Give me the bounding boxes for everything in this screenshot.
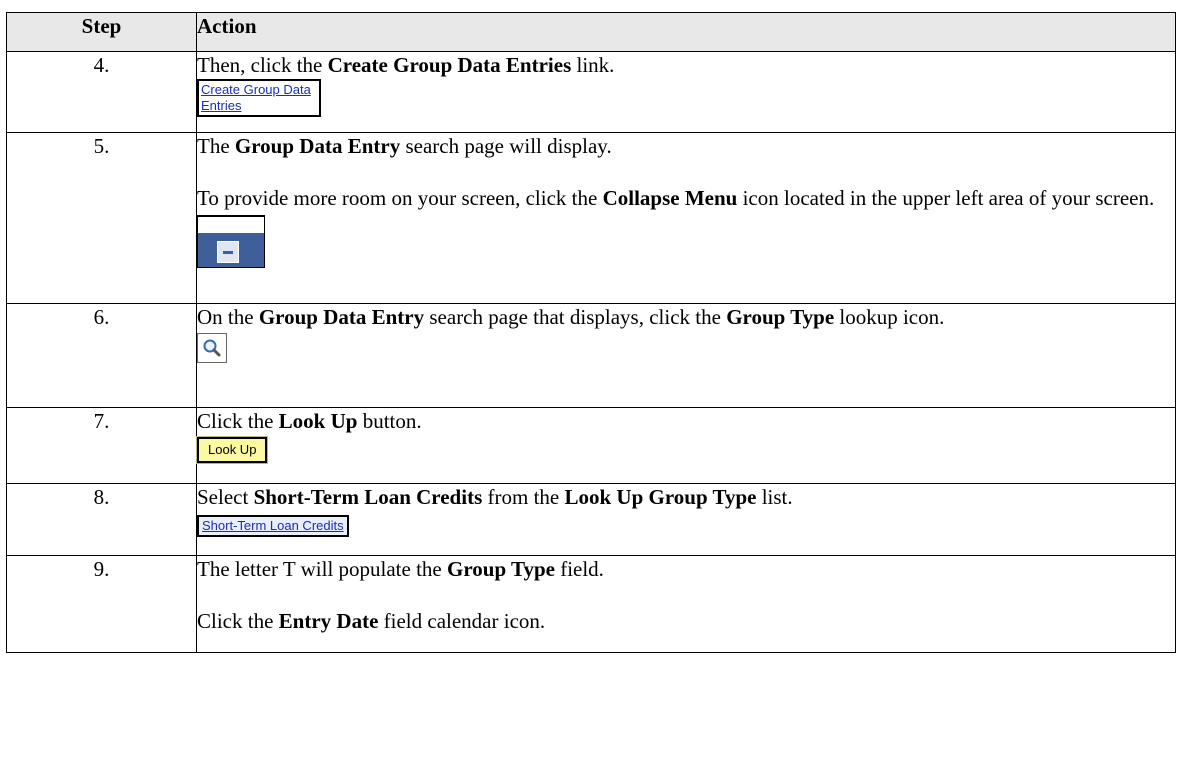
step-action: On the Group Data Entry search page that…: [196, 303, 1176, 408]
step-action: Select Short-Term Loan Credits from the …: [196, 483, 1176, 556]
steps-table: Step Action 4. Then, click the Create Gr…: [6, 12, 1176, 653]
step-number: 8.: [6, 483, 197, 556]
minus-icon: [217, 241, 239, 263]
step-header: Step: [6, 12, 197, 52]
instruction-text: Click the Look Up button.: [197, 409, 422, 433]
instruction-text: The Group Data Entry search page will di…: [197, 134, 612, 158]
step-number: 9.: [6, 555, 197, 653]
instruction-text: On the Group Data Entry search page that…: [197, 305, 945, 329]
step-row-5: 5. The Group Data Entry search page will…: [6, 132, 1176, 304]
step-number: 4.: [6, 51, 197, 133]
collapse-menu-icon[interactable]: [197, 215, 265, 268]
step-action: The Group Data Entry search page will di…: [196, 132, 1176, 304]
step-row-6: 6. On the Group Data Entry search page t…: [6, 303, 1176, 408]
step-action: Click the Look Up button. Look Up: [195, 407, 1176, 484]
step-row-8: 8. Select Short-Term Loan Credits from t…: [6, 483, 1176, 556]
create-group-data-entries-link[interactable]: Create Group Data Entries: [197, 79, 321, 117]
instruction-text: Click the Entry Date field calendar icon…: [197, 609, 546, 633]
instruction-text: The letter T will populate the Group Typ…: [197, 557, 604, 581]
instruction-text: Then, click the Create Group Data Entrie…: [197, 53, 615, 77]
short-term-loan-credits-link[interactable]: Short-Term Loan Credits: [197, 515, 349, 537]
magnifier-icon: [203, 339, 221, 357]
step-number: 5.: [6, 132, 197, 304]
header-row: Step Action: [6, 12, 1176, 52]
magnifier-lookup-icon[interactable]: [197, 333, 227, 363]
instruction-text: To provide more room on your screen, cli…: [197, 186, 1155, 210]
step-row-7: 7. Click the Look Up button. Look Up: [6, 407, 1176, 484]
step-number: 7.: [6, 407, 197, 484]
step-row-9: 9. The letter T will populate the Group …: [6, 555, 1176, 653]
action-header: Action: [196, 12, 1176, 52]
step-number: 6.: [6, 303, 197, 408]
instruction-text: Select Short-Term Loan Credits from the …: [197, 485, 793, 509]
step-action: Then, click the Create Group Data Entrie…: [196, 51, 1176, 133]
step-action: The letter T will populate the Group Typ…: [196, 555, 1176, 653]
look-up-button[interactable]: Look Up: [195, 436, 269, 464]
step-row-4: 4. Then, click the Create Group Data Ent…: [6, 51, 1176, 133]
